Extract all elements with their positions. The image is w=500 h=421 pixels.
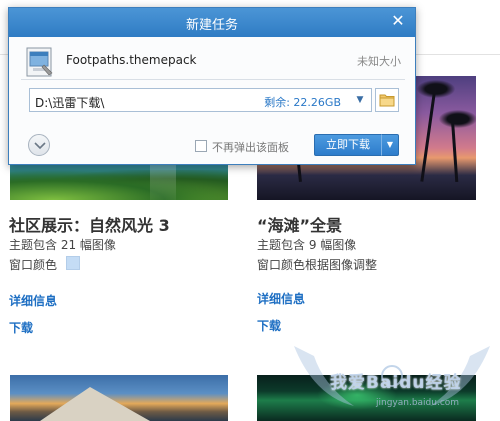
theme-title: “海滩”全景 <box>257 216 343 235</box>
chevron-down-icon[interactable]: ▼ <box>349 89 371 111</box>
caret-down-icon[interactable]: ▼ <box>381 134 399 156</box>
no-popup-label: 不再弹出该面板 <box>212 141 289 154</box>
palm-tree-leaves <box>439 110 476 128</box>
checkbox-box[interactable] <box>195 140 207 152</box>
window-color-swatch <box>66 256 80 270</box>
new-task-dialog: 新建任务 ✕ Footpaths.themepack 未知大小 D:\迅雷下载\… <box>8 7 416 165</box>
download-now-button[interactable]: 立即下载 <box>314 134 382 156</box>
theme-thumbnail-mountain[interactable] <box>10 375 228 421</box>
dialog-title: 新建任务 <box>185 18 238 33</box>
file-info-row: Footpaths.themepack 未知大小 <box>9 37 415 85</box>
theme-window-color-label: 窗口颜色 <box>9 258 58 272</box>
palm-tree-leaves <box>417 80 455 98</box>
close-icon[interactable]: ✕ <box>389 12 407 30</box>
browse-folder-button[interactable] <box>375 88 399 112</box>
folder-icon <box>379 94 395 107</box>
details-link[interactable]: 详细信息 <box>9 292 57 309</box>
dialog-titlebar[interactable]: 新建任务 ✕ <box>9 8 415 37</box>
file-name: Footpaths.themepack <box>66 53 197 67</box>
theme-window-color-label: 窗口颜色根据图像调整 <box>257 258 378 272</box>
save-path-input[interactable]: D:\迅雷下载\ 剩余: 22.26GB ▼ <box>29 88 372 112</box>
download-link[interactable]: 下载 <box>9 319 33 336</box>
download-link[interactable]: 下载 <box>257 317 281 334</box>
theme-title: 社区展示：自然风光 3 <box>9 216 170 235</box>
palm-tree-trunk <box>420 86 437 182</box>
chevron-down-circle-icon <box>34 142 46 150</box>
theme-image-count: 主题包含 21 幅图像 <box>9 238 116 252</box>
theme-file-icon <box>26 47 54 77</box>
free-space-label: 剩余: 22.26GB <box>264 96 341 109</box>
expand-options-button[interactable] <box>28 134 50 156</box>
save-path-value: D:\迅雷下载\ <box>35 96 105 110</box>
theme-image-count: 主题包含 9 幅图像 <box>257 238 357 252</box>
details-link[interactable]: 详细信息 <box>257 290 305 307</box>
dialog-divider <box>21 79 405 80</box>
file-size: 未知大小 <box>357 55 401 68</box>
theme-thumbnail-aurora[interactable] <box>257 375 476 421</box>
